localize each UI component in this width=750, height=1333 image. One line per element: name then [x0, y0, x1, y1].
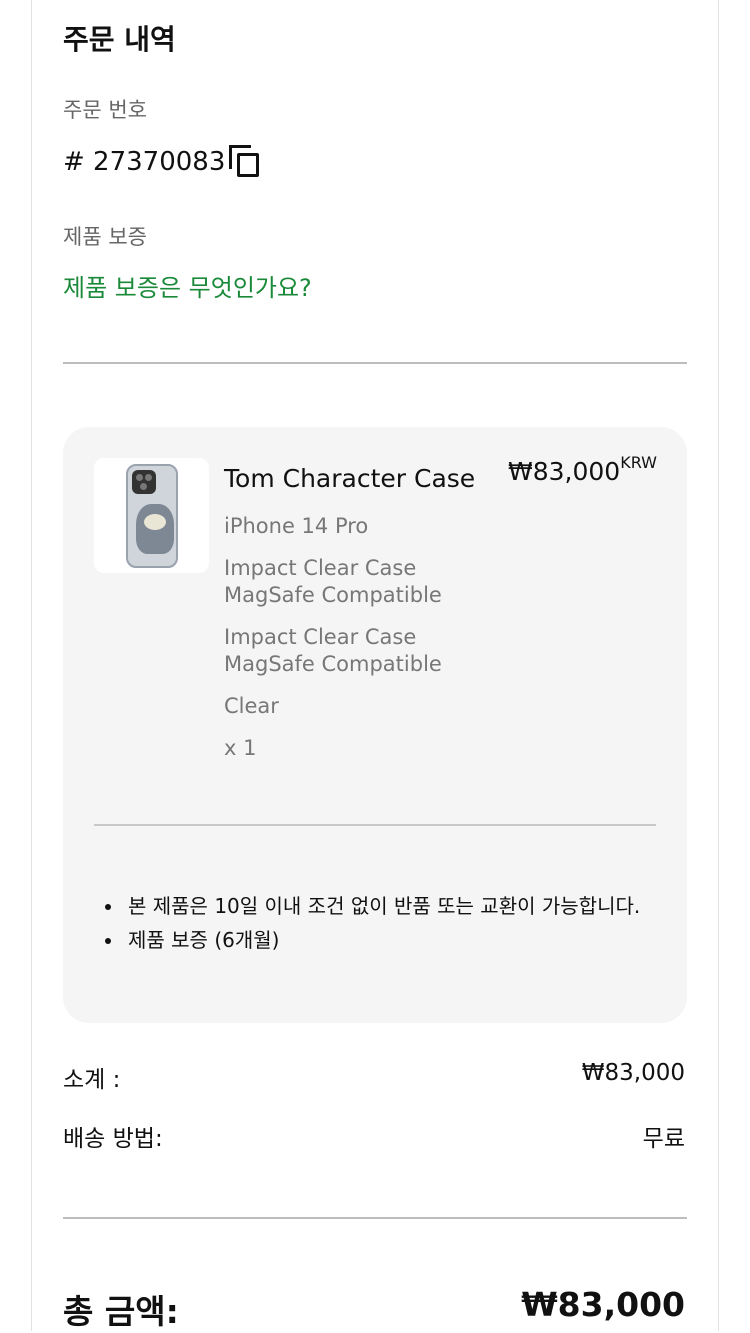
- page-title: 주문 내역: [63, 23, 176, 56]
- camera-module: [132, 470, 156, 494]
- warranty-label: 제품 보증: [63, 225, 147, 249]
- option-magsafe-2: MagSafe Compatible: [224, 652, 442, 676]
- total-label: 총 금액:: [63, 1292, 179, 1331]
- order-number-row: # 27370083: [63, 145, 261, 179]
- section-divider: [63, 362, 687, 364]
- card-divider: [94, 824, 656, 826]
- product-thumbnail: [94, 458, 209, 573]
- total-value: ₩83,000: [521, 1285, 685, 1324]
- note-return-policy: 본 제품은 10일 이내 조건 없이 반품 또는 교환이 가능합니다.: [105, 889, 645, 923]
- order-item-card: Tom Character Case ₩83,000KRW iPhone 14 …: [63, 427, 687, 1023]
- option-color: Clear: [224, 694, 279, 718]
- option-magsafe: MagSafe Compatible: [224, 583, 442, 607]
- warranty-info-link[interactable]: 제품 보증은 무엇인가요?: [63, 268, 312, 303]
- shipping-label: 배송 방법:: [63, 1126, 163, 1152]
- tom-character-art: [136, 504, 174, 554]
- shipping-value: 무료: [642, 1126, 685, 1152]
- copy-icon[interactable]: [229, 145, 261, 179]
- option-quantity: x 1: [224, 736, 257, 760]
- subtotal-label: 소계 :: [63, 1067, 121, 1093]
- option-device: iPhone 14 Pro: [224, 514, 369, 538]
- product-name: Tom Character Case: [224, 464, 476, 493]
- phone-case-image: [126, 464, 178, 568]
- product-price-value: ₩83,000: [508, 457, 621, 486]
- order-number-label: 주문 번호: [63, 98, 147, 122]
- subtotal-value: ₩83,000: [581, 1060, 685, 1086]
- order-number-value: # 27370083: [63, 147, 226, 177]
- note-warranty: 제품 보증 (6개월): [105, 923, 645, 957]
- summary-divider: [63, 1217, 687, 1219]
- product-price: ₩83,000KRW: [508, 453, 657, 486]
- option-case-type: Impact Clear Case: [224, 556, 417, 580]
- order-details-panel: 주문 내역 주문 번호 # 27370083 제품 보증 제품 보증은 무엇인가…: [31, 0, 719, 1331]
- item-notes-list: 본 제품은 10일 이내 조건 없이 반품 또는 교환이 가능합니다. 제품 보…: [105, 889, 645, 957]
- option-case-type-2: Impact Clear Case: [224, 625, 417, 649]
- currency-code: KRW: [620, 453, 657, 472]
